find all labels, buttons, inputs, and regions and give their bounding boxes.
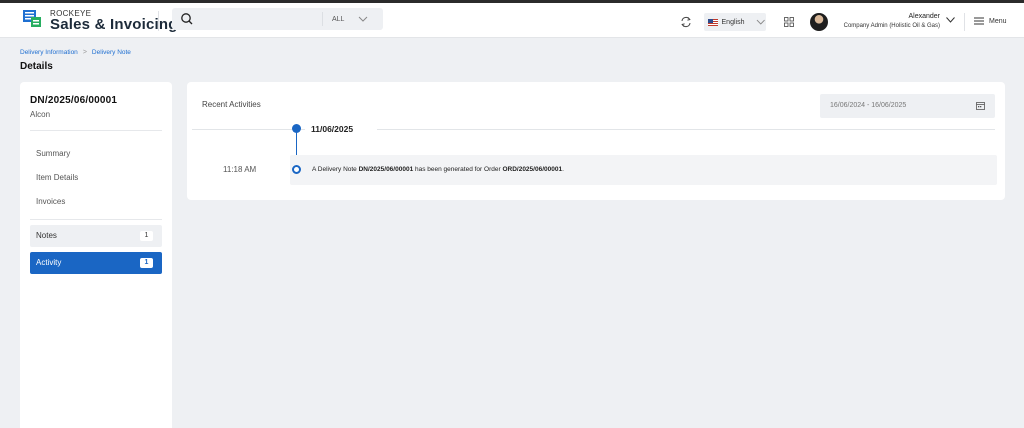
- timeline-date: 11/06/2025: [311, 124, 354, 134]
- user-menu-chevron-icon[interactable]: [946, 17, 955, 23]
- user-avatar[interactable]: [810, 13, 828, 31]
- page-title: Details: [20, 61, 53, 72]
- calendar-icon: [976, 102, 985, 110]
- language-select[interactable]: English: [704, 13, 766, 31]
- us-flag-icon: [708, 18, 718, 26]
- activity-event-row: A Delivery Note DN/2025/06/00001 has bee…: [290, 155, 997, 185]
- document-number: DN/2025/06/00001: [30, 95, 118, 106]
- event-text-prefix: A Delivery Note: [312, 166, 359, 173]
- breadcrumb-separator: >: [82, 49, 87, 56]
- event-description: A Delivery Note DN/2025/06/00001 has bee…: [312, 166, 564, 173]
- sidebar-divider: [30, 219, 162, 220]
- sidebar-item-activity[interactable]: Activity 1: [30, 252, 162, 274]
- top-bar: ROCKEYE Sales & Invoicing ALL English Al…: [0, 0, 1024, 38]
- event-document-number: DN/2025/06/00001: [358, 166, 414, 173]
- search-scope-select[interactable]: ALL: [324, 8, 368, 30]
- language-label: English: [721, 18, 745, 26]
- sidebar-item-notes[interactable]: Notes 1: [30, 225, 162, 247]
- user-name[interactable]: Alexander: [908, 13, 940, 20]
- user-role: Company Admin (Holistic Oil & Gas): [843, 23, 940, 29]
- event-order-number: ORD/2025/06/00001: [502, 166, 563, 173]
- sidebar-item-summary[interactable]: Summary: [30, 146, 162, 162]
- breadcrumb-item-delivery-note[interactable]: Delivery Note: [92, 49, 131, 56]
- search-scope-divider: [322, 12, 323, 26]
- search-input[interactable]: [198, 11, 318, 27]
- sidebar-item-item-details[interactable]: Item Details: [30, 170, 162, 186]
- timeline-event-marker: [292, 165, 301, 174]
- refresh-icon[interactable]: [680, 16, 692, 28]
- breadcrumb-item-delivery-information[interactable]: Delivery Information: [20, 49, 78, 56]
- global-search: ALL: [172, 8, 383, 30]
- menu-divider: [964, 13, 965, 31]
- event-time: 11:18 AM: [223, 165, 257, 174]
- hamburger-icon: [974, 17, 984, 25]
- brand-divider: [158, 11, 159, 31]
- sidebar-item-invoices[interactable]: Invoices: [30, 194, 162, 210]
- sidebar-item-label: Notes: [36, 231, 57, 240]
- chevron-down-icon: [359, 16, 368, 22]
- search-icon[interactable]: [180, 12, 194, 26]
- chevron-down-icon: [757, 19, 766, 25]
- breadcrumb: Delivery Information > Delivery Note: [20, 49, 131, 56]
- notes-count-badge: 1: [140, 231, 153, 241]
- detail-sidebar: DN/2025/06/00001 Alcon Summary Item Deta…: [20, 82, 172, 428]
- menu-button[interactable]: Menu: [974, 17, 1007, 25]
- event-text-suffix: .: [562, 166, 564, 173]
- app-logo-icon[interactable]: [22, 8, 42, 28]
- activity-count-badge: 1: [140, 258, 153, 268]
- event-text-middle: has been generated for Order: [413, 166, 503, 173]
- date-range-value: 16/06/2024 - 16/06/2025: [830, 102, 907, 109]
- sidebar-item-label: Activity: [36, 258, 62, 267]
- customer-name: Alcon: [30, 110, 51, 119]
- menu-label: Menu: [989, 17, 1007, 25]
- date-range-picker[interactable]: 16/06/2024 - 16/06/2025: [820, 94, 995, 118]
- apps-grid-icon[interactable]: [784, 17, 794, 27]
- recent-activities-title: Recent Activities: [202, 100, 261, 109]
- sidebar-divider: [30, 130, 162, 131]
- activity-panel: Recent Activities 16/06/2024 - 16/06/202…: [187, 82, 1005, 200]
- search-scope-label: ALL: [332, 15, 345, 23]
- timeline-date-marker: [292, 124, 301, 133]
